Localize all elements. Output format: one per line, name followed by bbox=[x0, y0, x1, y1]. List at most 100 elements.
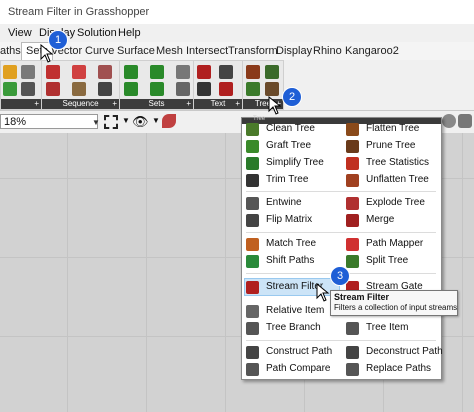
tab-kangaroo2[interactable]: Kangaroo2 bbox=[345, 45, 399, 57]
trim-tree-icon[interactable] bbox=[265, 82, 279, 96]
panel-bar-text[interactable]: Text + bbox=[194, 99, 242, 109]
menu-item-flatten-tree[interactable]: Flatten Tree bbox=[342, 121, 440, 138]
chevron-down-icon[interactable]: ▼ bbox=[152, 116, 160, 125]
component-ribbon: + Sequence + Sets + Text + Tree + bbox=[0, 60, 474, 111]
panel-bar-list[interactable]: + bbox=[1, 99, 41, 109]
graph-icon[interactable] bbox=[98, 65, 112, 79]
menu-item-prune-tree[interactable]: Prune Tree bbox=[342, 138, 440, 155]
menu-item-merge[interactable]: Merge bbox=[342, 212, 440, 229]
menu-item-trim-tree[interactable]: Trim Tree bbox=[242, 172, 340, 189]
tooltip-title: Stream Filter bbox=[334, 292, 390, 302]
mouse-cursor-icon bbox=[316, 283, 330, 302]
tab-surface[interactable]: Surface bbox=[117, 45, 155, 57]
entwine-icon bbox=[246, 197, 259, 210]
menu-item-graft-tree[interactable]: Graft Tree bbox=[242, 138, 340, 155]
menu-help[interactable]: Help bbox=[118, 27, 141, 39]
set-exclusion-icon[interactable] bbox=[150, 82, 164, 96]
graft-tree-icon bbox=[246, 140, 259, 153]
menu-solution[interactable]: Solution bbox=[77, 27, 117, 39]
trim-tree-icon bbox=[246, 174, 259, 187]
menu-item-path-compare[interactable]: Path Compare bbox=[242, 361, 340, 378]
title-bar: Stream Filter in Grasshopper bbox=[0, 0, 474, 24]
range-icon[interactable] bbox=[72, 65, 86, 79]
tab-display[interactable]: Display bbox=[276, 45, 312, 57]
component-tab-bar: aths Sets Vector Curve Surface Mesh Inte… bbox=[0, 42, 474, 62]
menu-item-construct-path[interactable]: Construct Path bbox=[242, 344, 340, 361]
text-join-icon[interactable] bbox=[197, 65, 211, 79]
prune-tree-icon bbox=[346, 140, 359, 153]
menu-view[interactable]: View bbox=[8, 27, 32, 39]
unflatten-tree-icon bbox=[346, 174, 359, 187]
dice-icon[interactable] bbox=[72, 82, 86, 96]
menu-item-match-tree[interactable]: Match Tree bbox=[242, 236, 340, 253]
menu-item-path-mapper[interactable]: Path Mapper bbox=[342, 236, 440, 253]
mouse-cursor-icon bbox=[268, 96, 282, 115]
list-icon[interactable] bbox=[3, 65, 17, 79]
sphere-icon[interactable] bbox=[442, 114, 456, 128]
menu-item-simplify-tree[interactable]: Simplify Tree bbox=[242, 155, 340, 172]
panel-sets: Sets + bbox=[119, 60, 194, 110]
menu-item-tree-branch[interactable]: Tree Branch bbox=[242, 320, 340, 337]
explode-tree-icon bbox=[346, 197, 359, 210]
tab-curve[interactable]: Curve bbox=[85, 45, 114, 57]
flatten-tree-icon[interactable] bbox=[246, 65, 260, 79]
cull-index-icon[interactable] bbox=[46, 82, 60, 96]
menu-bar: View Display Solution Help bbox=[0, 24, 474, 42]
menu-item-clean-tree[interactable]: Clean Tree bbox=[242, 121, 340, 138]
step-badge-3: 3 bbox=[330, 266, 350, 286]
simplify-tree-icon[interactable] bbox=[246, 82, 260, 96]
chevron-down-icon[interactable]: ▼ bbox=[92, 118, 100, 127]
list-length-icon[interactable] bbox=[21, 82, 35, 96]
set-members-icon[interactable] bbox=[176, 65, 190, 79]
flip-matrix-icon bbox=[246, 214, 259, 227]
clean-tree-icon bbox=[246, 123, 259, 136]
step-badge-2: 2 bbox=[282, 87, 302, 107]
shaded-icon[interactable] bbox=[458, 114, 472, 128]
tab-intersect[interactable]: Intersect bbox=[186, 45, 228, 57]
panel-bar-sequence[interactable]: Sequence + bbox=[42, 99, 119, 109]
tab-rhino[interactable]: Rhino bbox=[313, 45, 342, 57]
series-icon[interactable] bbox=[98, 82, 112, 96]
zoom-level-field[interactable]: 18% bbox=[0, 114, 98, 129]
graft-tree-icon[interactable] bbox=[265, 65, 279, 79]
menu-item-replace-paths[interactable]: Replace Paths bbox=[342, 361, 440, 378]
set-union-icon[interactable] bbox=[124, 65, 138, 79]
chevron-down-icon[interactable]: ▼ bbox=[122, 116, 130, 125]
selection-icon[interactable] bbox=[104, 115, 118, 129]
panel-list: + bbox=[0, 60, 42, 110]
panel-sequence: Sequence + bbox=[41, 60, 120, 110]
set-difference-icon[interactable] bbox=[150, 65, 164, 79]
split-tree-icon bbox=[346, 255, 359, 268]
deconstruct-path-icon bbox=[346, 346, 359, 359]
menu-separator bbox=[246, 340, 436, 341]
tree-dropdown-menu: Tree Clean Tree Graft Tree Simplify Tree… bbox=[241, 116, 443, 380]
menu-item-entwine[interactable]: Entwine bbox=[242, 195, 340, 212]
construct-path-icon bbox=[246, 346, 259, 359]
key-value-icon[interactable] bbox=[176, 82, 190, 96]
menu-item-tree-statistics[interactable]: Tree Statistics bbox=[342, 155, 440, 172]
menu-item-flip-matrix[interactable]: Flip Matrix bbox=[242, 212, 340, 229]
menu-item-split-tree[interactable]: Split Tree bbox=[342, 253, 440, 270]
menu-item-relative-item[interactable]: Relative Item bbox=[242, 303, 340, 320]
menu-item-deconstruct-path[interactable]: Deconstruct Path bbox=[342, 344, 443, 361]
menu-item-shift-paths[interactable]: Shift Paths bbox=[242, 253, 340, 270]
menu-item-explode-tree[interactable]: Explode Tree bbox=[342, 195, 440, 212]
text-format-icon[interactable] bbox=[219, 82, 233, 96]
list-item-icon[interactable] bbox=[3, 82, 17, 96]
tab-mesh[interactable]: Mesh bbox=[156, 45, 183, 57]
tooltip-description: Filters a collection of input streams bbox=[334, 303, 458, 312]
cull-icon[interactable] bbox=[46, 65, 60, 79]
menu-item-unflatten-tree[interactable]: Unflatten Tree bbox=[342, 172, 440, 189]
shift-paths-icon bbox=[246, 255, 259, 268]
panel-bar-sets[interactable]: Sets + bbox=[120, 99, 193, 109]
preview-eye-icon[interactable]: 👁 bbox=[132, 114, 149, 130]
set-intersection-icon[interactable] bbox=[124, 82, 138, 96]
menu-item-tree-item[interactable]: Tree Item bbox=[342, 320, 440, 337]
match-tree-icon bbox=[246, 238, 259, 251]
tab-paths[interactable]: aths bbox=[0, 45, 21, 57]
text-case-icon[interactable] bbox=[219, 65, 233, 79]
sketch-icon[interactable] bbox=[162, 114, 176, 128]
dots-icon[interactable] bbox=[21, 65, 35, 79]
tab-transform[interactable]: Transform bbox=[228, 45, 278, 57]
text-split-icon[interactable] bbox=[197, 82, 211, 96]
